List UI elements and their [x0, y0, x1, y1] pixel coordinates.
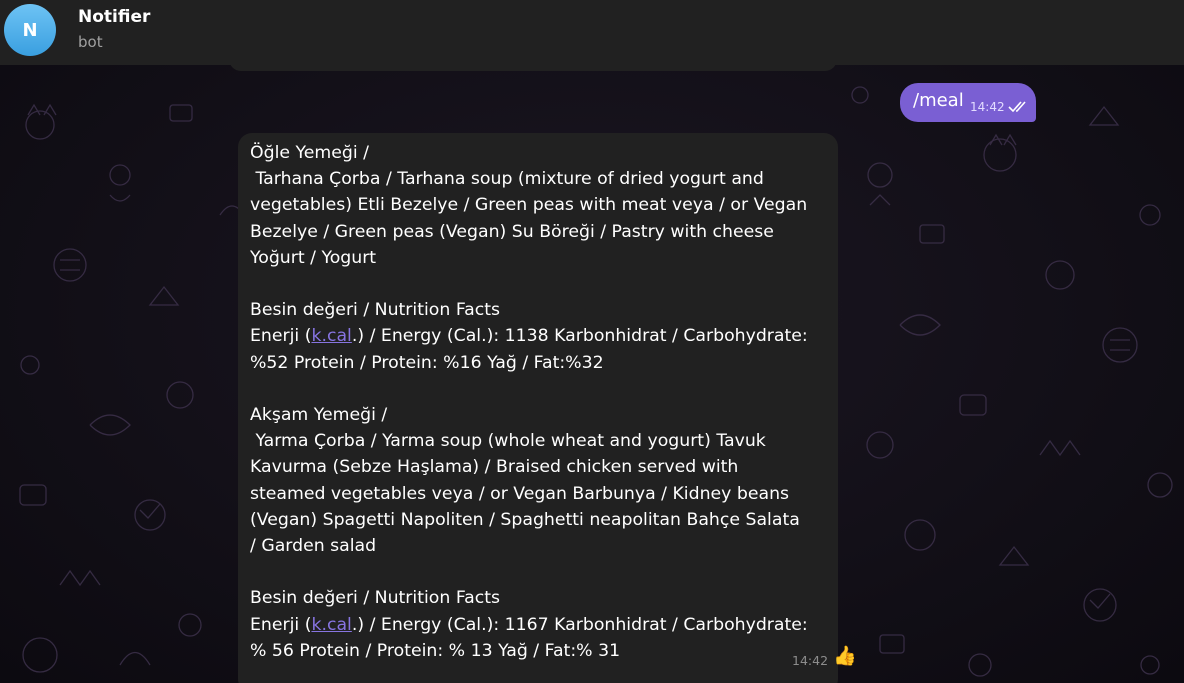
double-check-icon [1008, 101, 1026, 113]
facts-text: .) / Energy (Cal.): 1138 Karbonhidrat / … [351, 326, 808, 347]
lunch-facts-title: Besin değeri / Nutrition Facts [250, 300, 501, 321]
lunch-line: Bezelye / Green peas (Vegan) Su Böreği /… [250, 221, 774, 242]
dinner-line: / Garden salad [250, 536, 377, 557]
dinner-line: Kavurma (Sebze Haşlama) / Braised chicke… [250, 457, 739, 478]
chat-title: Notifier [78, 7, 151, 27]
dinner-facts-title: Besin değeri / Nutrition Facts [250, 588, 501, 609]
facts-text: Enerji ( [250, 326, 312, 347]
previous-message-bubble[interactable] [229, 65, 837, 71]
outgoing-message-text: /meal [913, 90, 964, 111]
incoming-message-time: 14:42 [792, 653, 829, 668]
incoming-message-text: Öğle Yemeği / Tarhana Çorba / Tarhana so… [250, 140, 826, 664]
facts-text: Enerji ( [250, 614, 312, 635]
lunch-line: Yoğurt / Yogurt [250, 247, 377, 268]
facts-text: .) / Energy (Cal.): 1167 Karbonhidrat / … [351, 614, 808, 635]
thumbs-up-reaction-icon[interactable]: 👍 [833, 644, 857, 668]
chat-header[interactable]: N Notifier bot [0, 0, 1184, 65]
dinner-line: (Vegan) Spagetti Napoliten / Spaghetti n… [250, 509, 800, 530]
lunch-line: Tarhana Çorba / Tarhana soup (mixture of… [250, 169, 764, 190]
dinner-line: steamed vegetables veya / or Vegan Barbu… [250, 483, 790, 504]
outgoing-message-time: 14:42 [970, 100, 1005, 114]
lunch-title: Öğle Yemeği / [250, 143, 369, 163]
lunch-facts-line: Enerji (k.cal.) / Energy (Cal.): 1138 Ka… [250, 323, 826, 349]
incoming-message-bubble[interactable]: Öğle Yemeği / Tarhana Çorba / Tarhana so… [238, 133, 857, 683]
dinner-facts-line: % 56 Protein / Protein: % 13 Yağ / Fat:%… [250, 640, 621, 661]
dinner-title: Akşam Yemeği / [250, 405, 388, 425]
lunch-facts-line: %52 Protein / Protein: %16 Yağ / Fat:%32 [250, 352, 604, 373]
avatar[interactable]: N [4, 4, 56, 56]
lunch-line: vegetables) Etli Bezelye / Green peas wi… [250, 195, 808, 216]
kcal-link[interactable]: k.cal [311, 615, 351, 635]
message-list[interactable]: /meal 14:42 Öğle Yemeği / Tarhana Çorba … [0, 65, 1184, 683]
dinner-line: Yarma Çorba / Yarma soup (whole wheat an… [250, 431, 766, 452]
chat-subtitle: bot [78, 33, 103, 51]
outgoing-message-bubble[interactable]: /meal 14:42 [900, 83, 1036, 122]
dinner-facts-line: Enerji (k.cal.) / Energy (Cal.): 1167 Ka… [250, 612, 826, 638]
kcal-link[interactable]: k.cal [311, 326, 351, 346]
